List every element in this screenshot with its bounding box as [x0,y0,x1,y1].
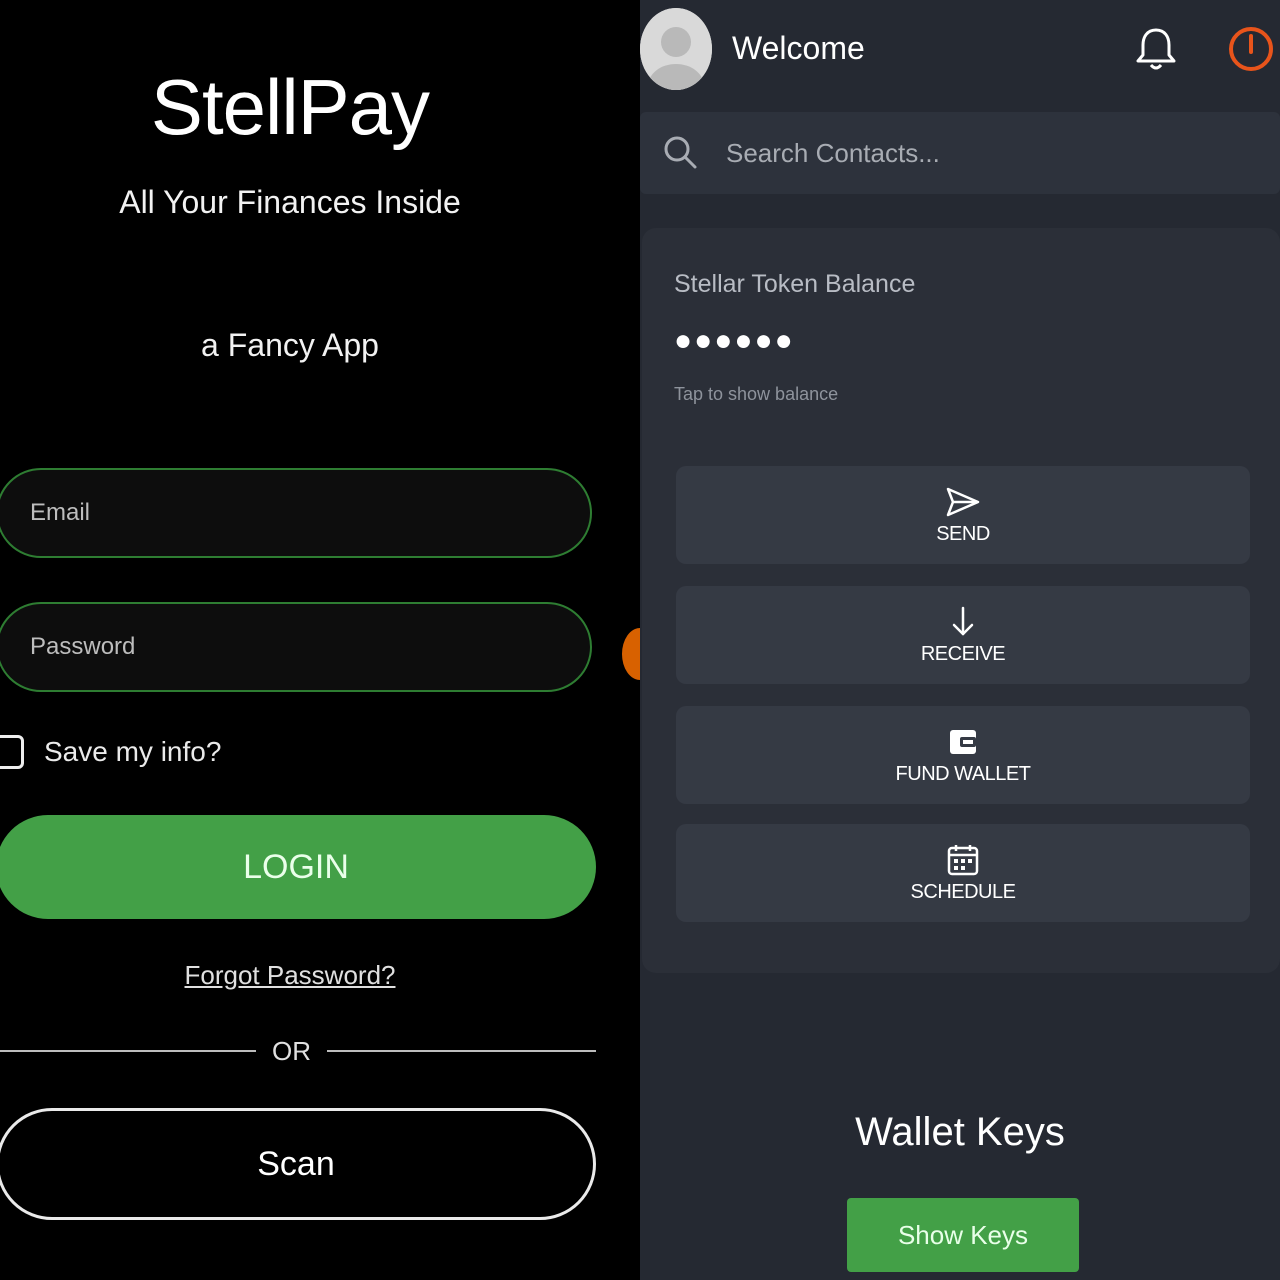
fund-wallet-label: FUND WALLET [895,762,1031,785]
password-field[interactable] [0,602,592,692]
schedule-button[interactable]: SCHEDULE [676,824,1250,922]
receive-button[interactable]: RECEIVE [676,586,1250,684]
login-button[interactable]: LOGIN [0,815,596,919]
tagline: All Your Finances Inside [119,184,461,220]
wallet-keys-title: Wallet Keys [855,1110,1065,1154]
balance-hint: Tap to show balance [674,384,839,404]
password-input[interactable] [28,632,532,662]
schedule-label: SCHEDULE [910,880,1016,903]
app-logo-text: StellPay [150,63,430,151]
email-field[interactable] [0,468,592,558]
balance-card: Stellar Token Balance ●●●●●● Tap to show… [642,228,1280,973]
show-keys-button[interactable]: Show Keys [847,1198,1079,1272]
header: Welcome [640,0,1280,100]
bell-icon[interactable] [1134,26,1178,72]
arrow-down-icon [952,606,974,635]
login-screen: StellPay All Your Finances Inside a Fanc… [0,0,640,1280]
balance-masked[interactable]: ●●●●●● [674,324,795,358]
power-icon[interactable] [1226,24,1276,74]
avatar[interactable] [640,8,712,90]
save-info-checkbox[interactable] [0,735,24,769]
scan-button[interactable]: Scan [0,1108,596,1220]
calendar-icon [947,844,979,875]
save-info-label: Save my info? [44,736,222,767]
search-bar[interactable] [640,112,1280,194]
forgot-password-link[interactable]: Forgot Password? [0,960,580,991]
search-icon [664,136,697,169]
or-label: OR [272,1036,311,1066]
send-label: SEND [936,522,990,545]
divider-line-right [327,1050,596,1052]
balance-title: Stellar Token Balance [674,270,916,298]
email-input[interactable] [28,498,532,528]
wallet-icon [950,729,976,754]
receive-label: RECEIVE [920,642,1006,665]
send-button[interactable]: SEND [676,466,1250,564]
divider-line-left [0,1050,256,1052]
or-divider: OR [0,1036,596,1066]
send-icon [946,487,980,516]
search-contacts-input[interactable] [724,132,1248,174]
save-info-row[interactable]: Save my info? [0,735,221,769]
dashboard-screen: Welcome Stellar Token Balance ●●●●●● Tap… [640,0,1280,1280]
sub-tagline: a Fancy App [201,327,379,363]
fund-wallet-button[interactable]: FUND WALLET [676,706,1250,804]
welcome-title: Welcome [732,30,865,66]
user-silhouette-icon [640,8,712,90]
